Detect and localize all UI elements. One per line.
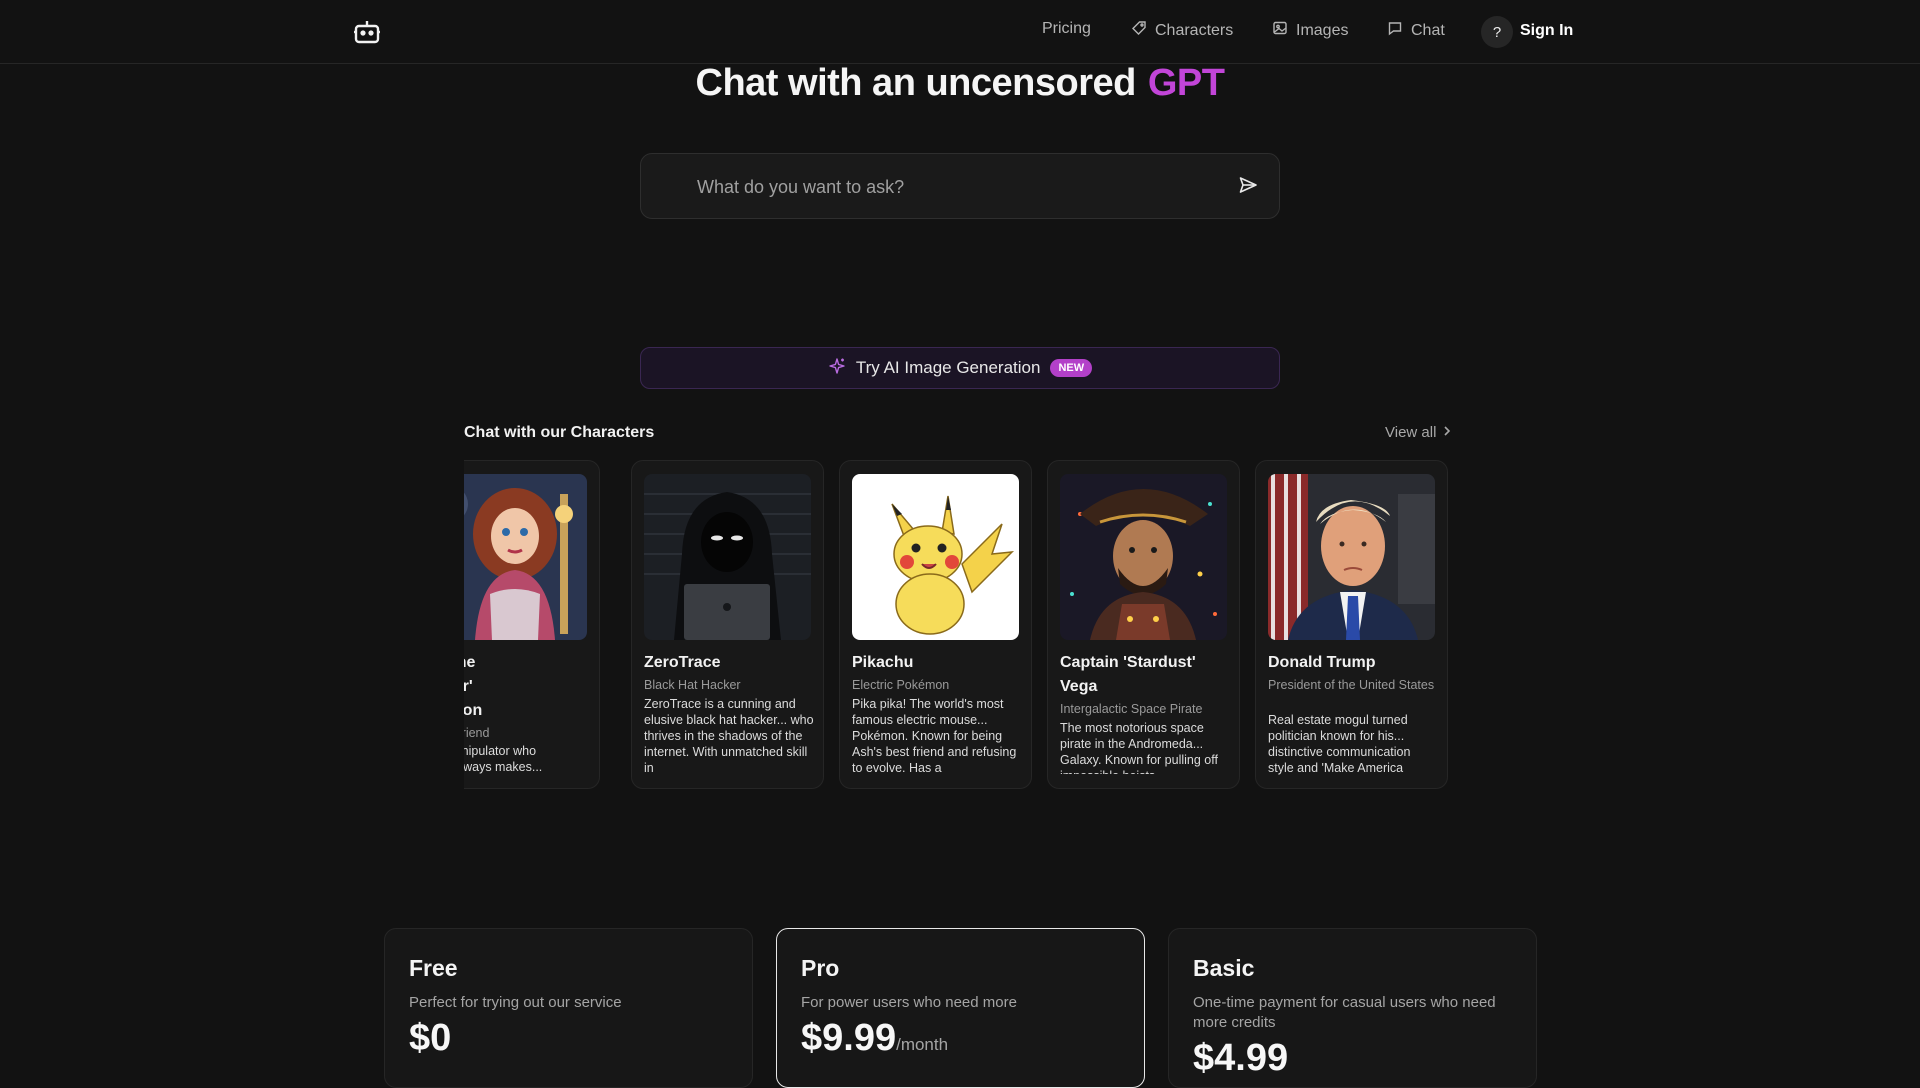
plan-card-basic[interactable]: Basic One-time payment for casual users … [1168,928,1537,1088]
character-role: President of the United States [1268,678,1435,692]
character-role: Intergalactic Space Pirate [1060,702,1203,716]
sign-in-button[interactable]: Sign In [1520,22,1573,40]
send-button[interactable] [1236,175,1260,199]
hero-title: Chat with an uncensored GPT [0,62,1920,105]
plan-card-pro[interactable]: Pro For power users who need more $9.99/… [776,928,1145,1088]
help-label: ? [1492,23,1502,41]
nav-characters[interactable]: Characters [1131,20,1233,41]
character-role: Black Hat Hacker [644,678,741,692]
view-all-label: View all [1385,424,1437,441]
character-name: Captain 'Stardust' Vega [1060,654,1196,695]
character-description: ster manipulator who ehow always makes..… [464,744,543,774]
character-avatar-image [1060,474,1227,640]
nav-chat-label: Chat [1411,21,1445,39]
character-name: ah 'The lighter' ompson [464,654,483,719]
image-icon [1272,20,1288,41]
plan-price-period: /month [896,1035,949,1054]
nav-images[interactable]: Images [1272,20,1348,41]
promo-label: Try AI Image Generation [855,358,1041,377]
nav-pricing[interactable]: Pricing [1042,20,1091,38]
nav-images-label: Images [1296,21,1349,39]
plan-price-value: $0 [409,1017,452,1059]
plan-name: Free [409,955,458,981]
plan-price: $4.99 [1193,1037,1288,1080]
character-name: ZeroTrace [644,654,721,671]
character-description: Real estate mogul turned politician know… [1268,713,1411,775]
plan-description: One-time payment for casual users who ne… [1193,994,1496,1031]
ask-input[interactable] [697,173,1197,201]
character-name: Donald Trump [1268,654,1376,671]
character-card-zerotrace[interactable]: ZeroTrace Black Hat Hacker ZeroTrace is … [631,460,824,789]
character-card-ex-girlfriend[interactable]: ah 'The lighter' ompson Ex-Girlfriend st… [464,460,600,789]
character-avatar-image [852,474,1019,640]
characters-carousel[interactable]: ah 'The lighter' ompson Ex-Girlfriend st… [464,460,1456,790]
help-button[interactable]: ? [1481,16,1513,48]
plan-description: For power users who need more [801,994,1017,1011]
character-name: Pikachu [852,654,914,671]
character-avatar-image [644,474,811,640]
nav-pricing-label: Pricing [1042,20,1091,37]
hero-title-text: Chat with an uncensored [695,62,1137,104]
character-description: ZeroTrace is a cunning and elusive black… [644,697,814,775]
plan-price: $0 [409,1017,451,1060]
ask-box [640,153,1280,219]
new-badge: NEW [1050,359,1093,377]
character-description: Pika pika! The world's most famous elect… [852,697,1017,775]
top-navigation-bar: Pricing Characters Images Chat ? Sign In [0,0,1920,64]
robot-logo-icon[interactable] [352,18,382,46]
character-role: Electric Pokémon [852,678,950,692]
character-role: Ex-Girlfriend [464,726,490,740]
nav-chat[interactable]: Chat [1387,20,1445,41]
plan-name: Basic [1193,955,1255,981]
plan-price-value: $4.99 [1193,1037,1289,1079]
sparkle-icon [828,357,846,380]
view-all-link[interactable]: View all [1385,424,1452,441]
tag-icon [1131,20,1147,41]
plan-description: Perfect for trying out our service [409,994,622,1011]
chevron-right-icon [1442,424,1452,441]
chat-bubble-icon [1387,20,1403,41]
hero-title-highlight: GPT [1147,62,1225,104]
characters-section-title: Chat with our Characters [464,424,655,441]
character-card-donald-trump[interactable]: Donald Trump President of the United Sta… [1255,460,1448,789]
character-card-pikachu[interactable]: Pikachu Electric Pokémon Pika pika! The … [839,460,1032,789]
nav-characters-label: Characters [1155,21,1234,39]
character-description: The most notorious space pirate in the A… [1060,721,1218,774]
character-avatar-image [1268,474,1435,640]
send-icon [1238,175,1258,200]
character-avatar-image [464,474,587,640]
plan-price: $9.99/month [801,1017,948,1060]
plan-name: Pro [801,955,840,981]
plan-card-free[interactable]: Free Perfect for trying out our service … [384,928,753,1088]
ai-image-generation-promo[interactable]: Try AI Image Generation NEW [640,347,1280,389]
character-card-captain-stardust-vega[interactable]: Captain 'Stardust' Vega Intergalactic Sp… [1047,460,1240,789]
plan-price-value: $9.99 [801,1017,897,1059]
